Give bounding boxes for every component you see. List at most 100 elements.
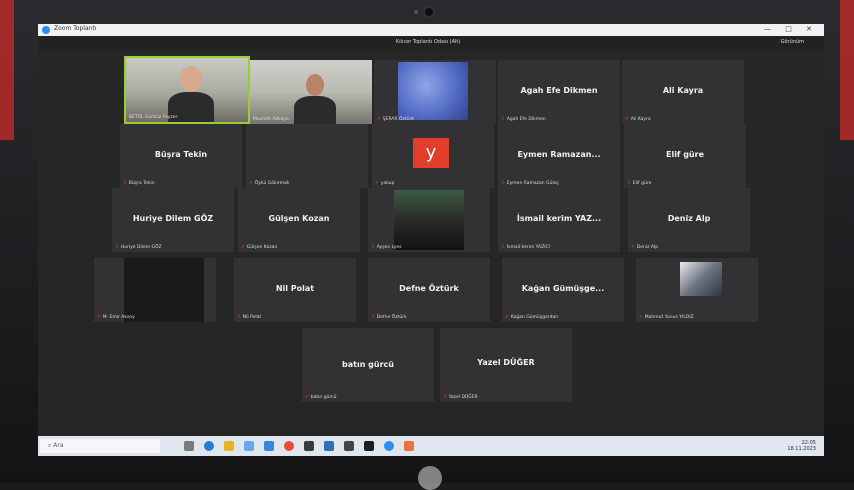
window-titlebar: Zoom Toplantı — □ ✕ — [38, 24, 824, 36]
participant-tile[interactable]: Mustafa Akkaya — [250, 60, 372, 124]
participant-tile[interactable]: Agah Efe Dikmen ✗ Agah Efe Dikmen — [498, 60, 620, 124]
mic-muted-icon: ✗ — [631, 245, 635, 250]
camera-led — [414, 10, 418, 14]
participant-tile[interactable]: ✗ Öykü Gökırmak — [246, 124, 368, 188]
participant-tile[interactable]: BETÜL Gürbüz Feyzer — [124, 56, 250, 124]
participant-name: Kağan Gümüşge... — [521, 284, 605, 293]
participant-label: Agah Efe Dikmen — [506, 117, 546, 122]
screen: Zoom Toplantı — □ ✕ Kılıcer Toplantı Oda… — [38, 24, 824, 456]
participant-name: Huriye Dilem GÖZ — [132, 214, 214, 223]
participant-name: Gülşen Kozan — [268, 214, 330, 223]
participant-tile[interactable]: Huriye Dilem GÖZ ✗ Huriye Dilem GÖZ — [112, 188, 234, 252]
participant-label: Mahmut Yunus YILDIZ — [644, 315, 694, 320]
file-explorer-icon[interactable] — [224, 441, 234, 451]
app-icon[interactable] — [404, 441, 414, 451]
participant-tile[interactable]: ✗ Ayşen Lyes — [368, 188, 490, 252]
participant-label: Elif güre — [632, 181, 652, 186]
mic-muted-icon: ✗ — [115, 245, 119, 250]
store-icon[interactable] — [244, 441, 254, 451]
windows-taskbar: ⌕ Ara 22:05 18.11.2023 — [38, 436, 824, 456]
participant-tile[interactable]: Eymen Ramazan... ✗ Eymen Ramazan Güleç — [498, 124, 620, 188]
mic-muted-icon: ✗ — [443, 395, 447, 400]
participant-tile[interactable]: Ali Kayra ✗ Ali Kayra — [622, 60, 744, 124]
mic-muted-icon: ✗ — [305, 395, 309, 400]
mail-icon[interactable] — [264, 441, 274, 451]
participant-name: Ali Kayra — [662, 86, 704, 95]
y-logo-icon: y — [413, 138, 449, 168]
participant-tile[interactable]: batın gürcü ✗ batın gürcü — [302, 328, 434, 402]
participant-label: ŞERAR Öztürk — [382, 117, 415, 122]
zoom-app-icon — [42, 26, 50, 34]
participant-tile[interactable]: ✗ ŞERAR Öztürk — [374, 60, 496, 124]
search-placeholder: Ara — [53, 442, 64, 449]
participant-tile[interactable]: y ✗ yakup — [372, 124, 494, 188]
participant-name: Elif güre — [665, 150, 704, 159]
participant-label: Ali Kayra — [630, 117, 651, 122]
participant-label: İsmail kerim YAZICI — [506, 245, 551, 250]
window-title: Zoom Toplantı — [54, 25, 97, 32]
participant-tile[interactable]: Defne Öztürk ✗ Defne Öztürk — [368, 258, 490, 322]
zoom-taskbar-icon[interactable] — [384, 441, 394, 451]
participant-tile[interactable]: Elif güre ✗ Elif güre — [624, 124, 746, 188]
participant-name: Deniz Alp — [667, 214, 711, 223]
participant-label: BETÜL Gürbüz Feyzer — [129, 115, 178, 120]
participant-tile[interactable]: Büşra Tekin ✗ Büşra Tekin — [120, 124, 242, 188]
window-controls[interactable]: — □ ✕ — [764, 25, 818, 33]
participant-label: Ayşen Lyes — [376, 245, 402, 250]
background-red-right — [840, 0, 854, 140]
participant-name: Defne Öztürk — [399, 284, 459, 293]
participant-name: Yazel DÜĞER — [477, 358, 535, 367]
participant-label: Gülşen Kozan — [246, 245, 278, 250]
participant-label: Kağan Gümüşgerdan — [510, 315, 559, 320]
participant-tile[interactable]: Yazel DÜĞER ✗ Yazel DÜĞER — [440, 328, 572, 402]
participant-name: Eymen Ramazan... — [517, 150, 601, 159]
app-icon[interactable] — [364, 441, 374, 451]
participant-tile[interactable]: Nil Polat ✗ Nil Polat — [234, 258, 356, 322]
mic-muted-icon: ✗ — [377, 117, 381, 122]
participant-face — [180, 66, 202, 92]
system-tray[interactable]: 22:05 18.11.2023 — [787, 440, 816, 452]
mic-muted-icon: ✗ — [97, 315, 101, 320]
participant-photo — [680, 262, 722, 296]
task-view-icon[interactable] — [184, 441, 194, 451]
mic-muted-icon: ✗ — [375, 181, 379, 186]
participant-tile[interactable]: Deniz Alp ✗ Deniz Alp — [628, 188, 750, 252]
participant-label: Büşra Tekin — [128, 181, 155, 186]
mic-muted-icon: ✗ — [241, 245, 245, 250]
mic-muted-icon: ✗ — [627, 181, 631, 186]
participant-label: M. Emir Aksoy — [102, 315, 135, 320]
mic-muted-icon: ✗ — [625, 117, 629, 122]
mic-muted-icon: ✗ — [371, 315, 375, 320]
app-icon[interactable] — [344, 441, 354, 451]
meeting-title: Kılıcer Toplantı Odası (Alt) — [396, 39, 461, 45]
view-toggle-button[interactable]: Görünüm — [781, 39, 804, 45]
mic-muted-icon: ✗ — [123, 181, 127, 186]
mic-muted-icon: ✗ — [505, 315, 509, 320]
meeting-header: Kılıcer Toplantı Odası (Alt) Görünüm — [38, 36, 824, 50]
edge-browser-icon[interactable] — [204, 441, 214, 451]
chrome-icon[interactable] — [284, 441, 294, 451]
mic-muted-icon: ✗ — [501, 245, 505, 250]
participant-tile[interactable]: ✗ Mahmut Yunus YILDIZ — [636, 258, 758, 322]
participant-tile[interactable]: Kağan Gümüşge... ✗ Kağan Gümüşgerdan — [502, 258, 624, 322]
participant-video — [124, 258, 204, 322]
mic-muted-icon: ✗ — [639, 315, 643, 320]
participant-tile[interactable]: İsmail kerim YAZ... ✗ İsmail kerim YAZICI — [498, 188, 620, 252]
participant-tile[interactable]: Gülşen Kozan ✗ Gülşen Kozan — [238, 188, 360, 252]
participant-name: Büşra Tekin — [154, 150, 208, 159]
word-icon[interactable] — [324, 441, 334, 451]
participant-face — [306, 74, 324, 96]
mic-muted-icon: ✗ — [501, 181, 505, 186]
participant-photo — [394, 190, 464, 250]
clock-date: 18.11.2023 — [787, 446, 816, 452]
participant-tile[interactable]: ✗ M. Emir Aksoy — [94, 258, 216, 322]
taskbar-search-box[interactable]: ⌕ Ara — [40, 439, 160, 453]
participant-label: Eymen Ramazan Güleç — [506, 181, 559, 186]
participant-label: Huriye Dilem GÖZ — [120, 245, 162, 250]
participant-label: Nil Polat — [242, 315, 262, 320]
participant-name: Nil Polat — [275, 284, 315, 293]
webcam — [425, 8, 433, 16]
participant-name: Agah Efe Dikmen — [520, 86, 598, 95]
app-icon[interactable] — [304, 441, 314, 451]
participant-label: batın gürcü — [310, 395, 337, 400]
